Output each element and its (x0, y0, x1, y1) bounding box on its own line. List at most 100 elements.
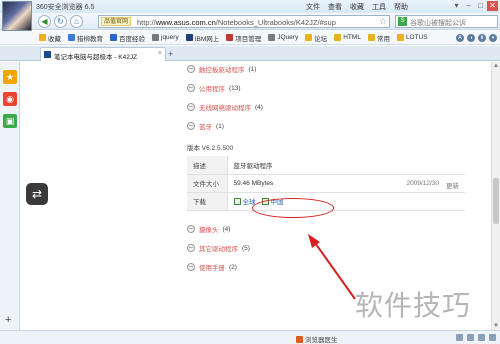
download-icon[interactable]: ⬇ (478, 34, 486, 42)
baidu-icon (110, 34, 117, 41)
menu-file[interactable]: 文件 (306, 2, 320, 12)
bookmark-folder[interactable]: 常用 (367, 33, 390, 43)
site-icon (68, 34, 75, 41)
bookmark-folder[interactable]: HTML (334, 34, 361, 41)
app-icon[interactable]: ▣ (3, 114, 17, 128)
close-button[interactable]: ✕ (487, 1, 498, 11)
download-global-link[interactable]: 全球 (233, 196, 256, 206)
category-row[interactable]: – 无线网络驱动程序 (4) (187, 102, 263, 112)
folder-icon (305, 34, 313, 41)
category-link[interactable]: 无线网络驱动程序 (199, 102, 251, 112)
vertical-scrollbar[interactable]: ▲ ▼ (491, 62, 500, 330)
browser-doctor[interactable]: 浏览器医生 (296, 334, 338, 344)
bookmark-favorites[interactable]: 收藏 (39, 33, 61, 43)
url-host: www.asus.com.cn (155, 18, 216, 27)
page-icon (152, 34, 159, 41)
theme-icon[interactable]: ◑ (467, 34, 475, 42)
driver-version: 版本 V6.2.5.500 (187, 145, 234, 152)
table-value: 蓝牙驱动程序 (227, 156, 465, 175)
bookmark-folder[interactable]: 论坛 (305, 33, 327, 43)
menu-tools[interactable]: 工具 (372, 2, 386, 12)
folder-icon (396, 34, 404, 41)
refresh-icon[interactable]: ↻ (54, 15, 67, 28)
bookmark-folder[interactable]: LOTUS (396, 34, 428, 41)
top-menu: 文件 查看 收藏 工具 帮助 (306, 2, 408, 12)
search-engine-icon[interactable]: S (398, 17, 407, 26)
menu-help[interactable]: 帮助 (394, 2, 408, 12)
category-row[interactable]: – 使用手册 (2) (187, 262, 237, 272)
download-icon (233, 197, 241, 205)
ibm-icon (185, 34, 193, 41)
back-icon[interactable]: ◀ (38, 15, 51, 28)
more-icon[interactable]: ▾ (489, 34, 497, 42)
category-row[interactable]: – 公用程序 (13) (187, 83, 241, 93)
collapse-icon[interactable]: – (187, 244, 195, 252)
watermark-text: 软件技巧 (355, 289, 472, 322)
search-box[interactable]: S 谷歌山被搜起公诉 (395, 15, 498, 28)
menu-favorites[interactable]: 收藏 (350, 2, 364, 12)
status-icon[interactable] (456, 334, 463, 341)
folder-icon (367, 34, 375, 41)
asus-favicon-icon (44, 51, 51, 58)
address-bar[interactable]: 品值官网 http://www.asus.com.cn/Notebooks_Ul… (98, 15, 390, 28)
bookmark-item[interactable]: 百度经验 (110, 33, 145, 43)
url-path: /Notebooks_Ultrabooks/K42JZ/#sup (215, 18, 336, 27)
category-link[interactable]: 摄像头 (199, 224, 219, 234)
collapse-icon[interactable]: – (187, 263, 195, 271)
tab-bar: 笔记本电脑与超极本 - K42JZ × + (0, 46, 500, 61)
category-count: (4) (222, 225, 231, 233)
scroll-up-icon[interactable]: ▲ (493, 63, 499, 69)
bookmark-item[interactable]: 项目管理 (226, 33, 261, 43)
skin-icon[interactable]: ▾ (451, 1, 462, 11)
category-row[interactable]: – 其它驱动程序 (5) (187, 243, 250, 253)
status-icon[interactable] (489, 334, 496, 341)
collapse-icon[interactable]: – (187, 225, 195, 233)
category-link[interactable]: 使用手册 (199, 262, 225, 272)
scroll-thumb[interactable] (493, 178, 499, 224)
user-avatar[interactable] (2, 1, 32, 31)
app-title: 360安全浏览器 6.5 (36, 4, 95, 11)
site-icon (226, 34, 234, 41)
collapse-icon[interactable]: – (187, 122, 195, 130)
status-icon[interactable] (467, 334, 474, 341)
table-key: 描述 (187, 156, 228, 175)
category-row[interactable]: – 触控板驱动程序 (1) (187, 64, 256, 74)
title-bar: 360安全浏览器 6.5 文件 查看 收藏 工具 帮助 ▾ – □ ✕ (0, 0, 500, 13)
bookmark-item[interactable]: 猎柳教育 (68, 33, 103, 43)
bookmark-item[interactable]: IBM网上 (185, 33, 219, 43)
bookmark-item[interactable]: jquery (152, 34, 179, 41)
site-cert-badge[interactable]: 品值官网 (101, 17, 132, 26)
menu-view[interactable]: 查看 (328, 2, 342, 12)
file-size: 59.46 MBytes (233, 179, 274, 187)
status-icon[interactable] (478, 334, 485, 341)
share-float-button[interactable]: ⇄ (26, 183, 48, 205)
add-sidebar-icon[interactable]: + (5, 314, 11, 326)
minimize-button[interactable]: – (463, 1, 474, 11)
scroll-down-icon[interactable]: ▼ (493, 323, 499, 329)
favorite-star-icon[interactable]: ☆ (379, 16, 387, 27)
category-link[interactable]: 蓝牙 (199, 121, 212, 131)
collapse-icon[interactable]: – (187, 103, 195, 111)
category-link[interactable]: 其它驱动程序 (199, 243, 238, 253)
category-link[interactable]: 公用程序 (199, 83, 225, 93)
tab-active[interactable]: 笔记本电脑与超极本 - K42JZ × (40, 47, 166, 61)
weibo-icon[interactable]: ◉ (3, 92, 17, 106)
table-key: 文件大小 (187, 174, 228, 193)
navigation-bar: ◀ ↻ ⌂ 品值官网 http://www.asus.com.cn/Notebo… (0, 13, 500, 30)
table-row: 文件大小 59.46 MBytes 2009/12/30 更新 (187, 174, 465, 193)
bookmark-item[interactable]: JQuery (268, 34, 298, 41)
category-row[interactable]: – 摄像头 (4) (187, 224, 230, 234)
category-link[interactable]: 触控板驱动程序 (199, 64, 245, 74)
home-icon[interactable]: ⌂ (70, 15, 83, 28)
maximize-button[interactable]: □ (475, 1, 486, 11)
page-icon (268, 34, 276, 41)
tab-close-icon[interactable]: × (158, 50, 162, 57)
favorites-star-icon[interactable]: ★ (3, 70, 17, 84)
category-row-bluetooth[interactable]: – 蓝牙 (1) (187, 121, 224, 131)
left-sidebar: ★ ◉ ▣ + (0, 62, 20, 330)
collapse-icon[interactable]: – (187, 84, 195, 92)
font-icon[interactable]: A (456, 34, 464, 42)
category-count: (1) (216, 122, 224, 130)
collapse-icon[interactable]: – (187, 65, 195, 73)
new-tab-button[interactable]: + (168, 49, 173, 59)
